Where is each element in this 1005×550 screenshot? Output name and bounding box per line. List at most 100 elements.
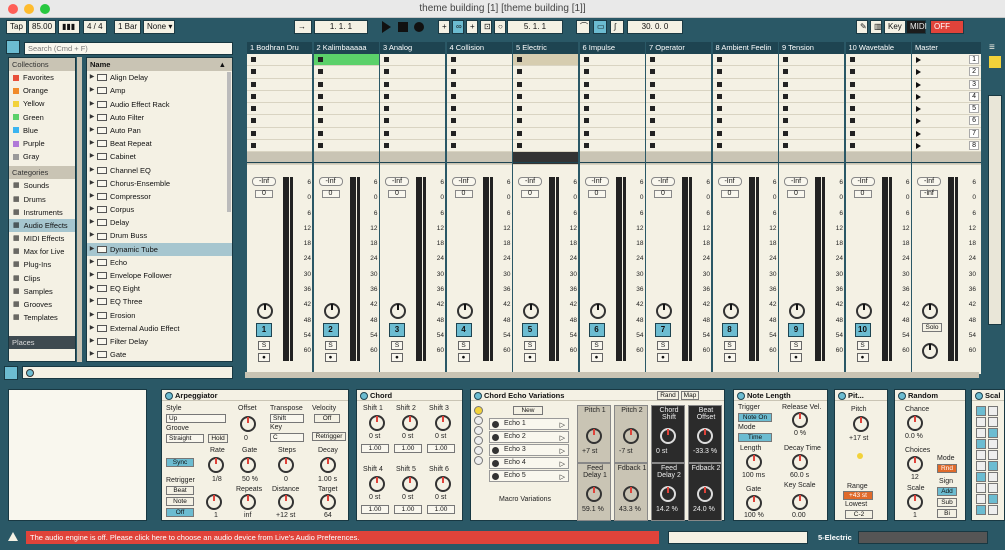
name-column-header[interactable]: Name xyxy=(90,58,110,71)
category-item[interactable]: ▦ MIDI Effects xyxy=(9,232,75,245)
clip-stop-icon[interactable] xyxy=(849,118,855,124)
lowest-field[interactable]: C-2 xyxy=(845,510,873,519)
chain-play-icon[interactable]: ▷ xyxy=(560,421,565,429)
clip-slot[interactable] xyxy=(313,140,379,153)
clip-slot[interactable] xyxy=(513,91,578,104)
scale-note-cell[interactable] xyxy=(988,483,998,493)
shift-knob[interactable] xyxy=(402,476,418,492)
expand-icon[interactable]: ▶ xyxy=(87,282,97,295)
repeats-knob[interactable] xyxy=(240,494,256,510)
file-list-item[interactable]: ▶ Envelope Follower xyxy=(87,269,232,282)
clip-stop-icon[interactable] xyxy=(849,130,855,136)
trigger-button[interactable]: Note On xyxy=(738,413,772,422)
expand-icon[interactable]: ▶ xyxy=(87,177,97,190)
solo-button[interactable]: S xyxy=(657,341,669,350)
clip-slot[interactable] xyxy=(845,115,911,128)
clip-slot[interactable] xyxy=(646,66,711,79)
clip-slot[interactable] xyxy=(579,115,645,128)
transpose-dropdown[interactable]: Shift xyxy=(270,414,304,423)
clip-stop-icon[interactable] xyxy=(583,130,589,136)
track-header[interactable]: 8 Ambient Feelin xyxy=(712,42,778,54)
clip-slot[interactable] xyxy=(247,140,312,153)
category-item[interactable]: ▦ Clips xyxy=(9,272,75,285)
clip-stop-icon[interactable] xyxy=(251,69,256,75)
clip-stop-icon[interactable] xyxy=(251,143,256,149)
clip-slot[interactable] xyxy=(513,79,578,91)
chain-row[interactable]: Echo 3 ▷ xyxy=(489,444,569,456)
clip-stop-icon[interactable] xyxy=(517,57,522,62)
scene-number[interactable]: 8 xyxy=(969,141,979,151)
velocity-field[interactable]: 1.00 xyxy=(361,444,389,453)
collection-item[interactable]: Blue xyxy=(9,124,75,137)
clip-slot[interactable]: 7 xyxy=(912,128,981,141)
solo-button[interactable]: Solo xyxy=(922,323,942,332)
pan-field[interactable]: 0 xyxy=(321,190,340,198)
clip-stop-icon[interactable] xyxy=(783,93,788,99)
scale-note-cell[interactable] xyxy=(976,450,986,460)
clip-stop-icon[interactable] xyxy=(317,93,323,99)
velocity-field[interactable]: 1.00 xyxy=(394,505,422,514)
clip-stop-icon[interactable] xyxy=(384,81,389,87)
clip-stop-icon[interactable] xyxy=(251,93,256,99)
expand-icon[interactable]: ▶ xyxy=(87,335,97,348)
scale-note-cell[interactable] xyxy=(976,439,986,449)
filelist-scrollbar[interactable] xyxy=(227,72,231,212)
clip-stop-icon[interactable] xyxy=(849,57,855,62)
sort-icon[interactable]: ▲ xyxy=(219,58,226,71)
loop-length-field[interactable]: 30. 0. 0 xyxy=(627,20,683,34)
scene-number[interactable]: 1 xyxy=(969,55,979,64)
clip-stop-icon[interactable] xyxy=(716,93,722,99)
loop-switch-icon[interactable]: ▭ xyxy=(593,20,607,34)
track-header[interactable]: 6 Impulse xyxy=(579,42,645,54)
clip-stop-icon[interactable] xyxy=(450,57,456,62)
file-list-item[interactable]: ▶ Echo xyxy=(87,256,232,269)
cue-volume-knob[interactable] xyxy=(922,303,938,319)
velocity-field[interactable]: 1.00 xyxy=(361,505,389,514)
clip-stop-icon[interactable] xyxy=(317,106,323,112)
clip-slot[interactable] xyxy=(380,54,445,67)
send-knob[interactable] xyxy=(656,303,672,319)
collection-item[interactable]: Gray xyxy=(9,150,75,163)
scene-launch-icon[interactable] xyxy=(916,69,921,76)
clip-slot[interactable] xyxy=(380,140,445,153)
macro-knob[interactable] xyxy=(586,486,602,502)
clip-stop-icon[interactable] xyxy=(251,130,256,136)
scale-note-cell[interactable] xyxy=(988,428,998,438)
rate-knob[interactable] xyxy=(208,457,224,473)
scene-number[interactable]: 2 xyxy=(969,67,979,77)
scale-note-cell[interactable] xyxy=(988,417,998,427)
clip-slot[interactable] xyxy=(446,103,512,116)
arm-button[interactable]: ● xyxy=(524,353,536,362)
file-list-item[interactable]: ▶ Drum Buss xyxy=(87,229,232,242)
clip-stop-icon[interactable] xyxy=(384,93,389,99)
tempo-field[interactable]: 85.00 xyxy=(28,20,57,34)
quantize-dropdown[interactable]: None ▾ xyxy=(143,20,175,34)
send-knob[interactable] xyxy=(523,303,539,319)
clip-slot[interactable] xyxy=(513,54,578,67)
clip-stop-icon[interactable] xyxy=(517,118,522,124)
clip-slot[interactable]: 3 xyxy=(912,79,981,91)
rnd-button[interactable]: Rnd xyxy=(937,464,957,473)
offset-knob[interactable] xyxy=(240,416,256,432)
collection-item[interactable]: Green xyxy=(9,111,75,124)
scale-note-cell[interactable] xyxy=(988,450,998,460)
file-list-item[interactable]: ▶ Filter Delay xyxy=(87,335,232,348)
clip-slot[interactable] xyxy=(779,91,844,104)
clip-stop-icon[interactable] xyxy=(583,57,589,62)
clip-slot[interactable] xyxy=(313,115,379,128)
nudge-icon[interactable]: ▮▮▮ xyxy=(58,20,80,34)
clip-slot[interactable] xyxy=(313,66,379,79)
clip-stop-icon[interactable] xyxy=(650,69,655,75)
key-scale-knob[interactable] xyxy=(792,494,808,510)
clip-stop-icon[interactable] xyxy=(450,81,456,87)
expand-icon[interactable]: ▶ xyxy=(87,124,97,137)
pan-field[interactable]: 0 xyxy=(521,190,539,198)
clip-slot[interactable] xyxy=(779,115,844,128)
scene-launch-icon[interactable] xyxy=(916,81,921,88)
solo-button[interactable]: S xyxy=(457,341,470,350)
clip-slot[interactable] xyxy=(845,103,911,116)
clip-stop-icon[interactable] xyxy=(716,57,722,62)
clip-slot[interactable] xyxy=(712,79,778,91)
clip-stop-icon[interactable] xyxy=(716,69,722,75)
velocity-field[interactable]: 1.00 xyxy=(427,505,455,514)
